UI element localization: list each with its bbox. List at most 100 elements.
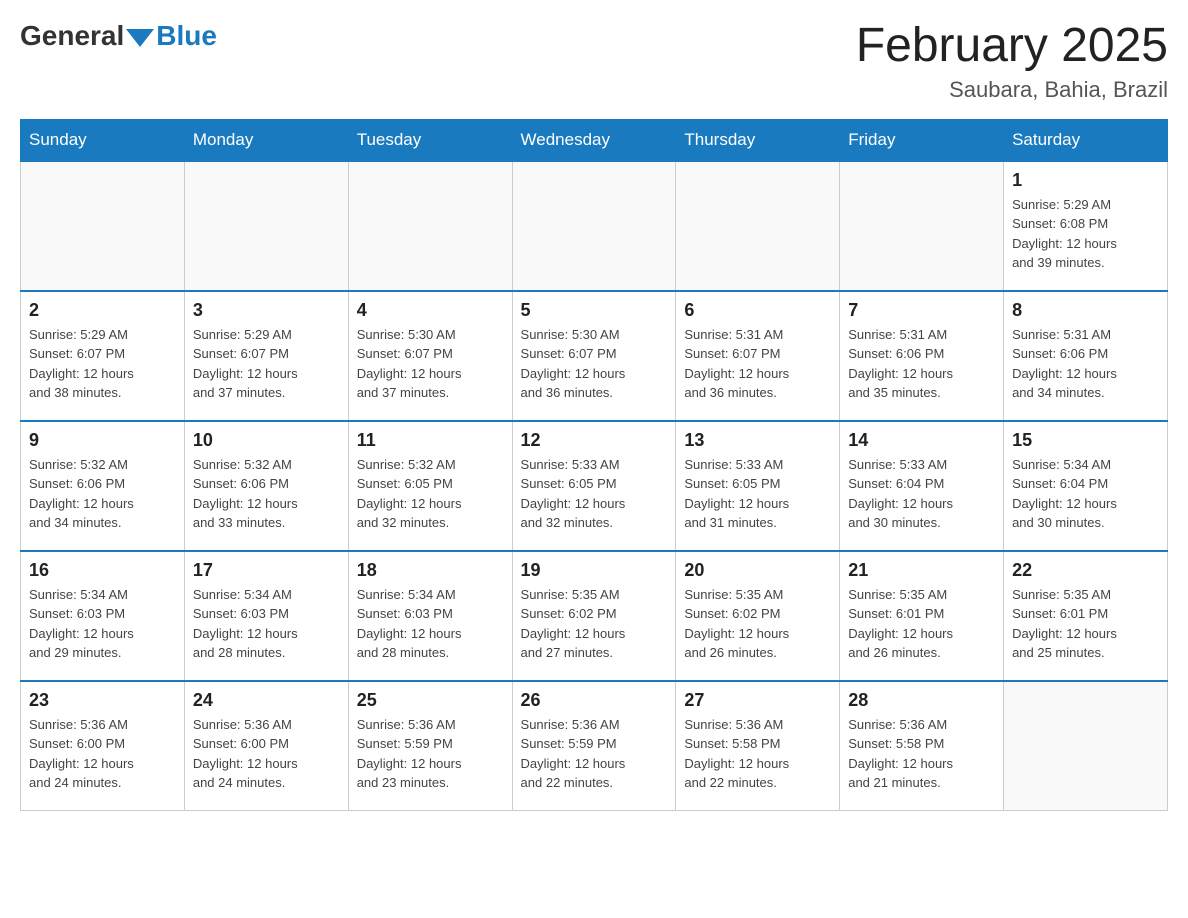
day-cell: 8 Sunrise: 5:31 AMSunset: 6:06 PMDaylight… [1004,291,1168,421]
day-info: Sunrise: 5:29 AMSunset: 6:07 PMDaylight:… [29,325,176,403]
day-number: 25 [357,690,504,711]
header: General Blue February 2025 Saubara, Bahi… [20,20,1168,103]
day-info: Sunrise: 5:34 AMSunset: 6:03 PMDaylight:… [357,585,504,663]
day-number: 6 [684,300,831,321]
logo-blue-text: Blue [156,20,217,52]
day-info: Sunrise: 5:32 AMSunset: 6:06 PMDaylight:… [193,455,340,533]
day-number: 26 [521,690,668,711]
day-number: 8 [1012,300,1159,321]
week-row-1: 1Sunrise: 5:29 AMSunset: 6:08 PMDaylight… [21,161,1168,291]
day-number: 22 [1012,560,1159,581]
day-cell [1004,681,1168,811]
month-title: February 2025 [856,20,1168,73]
day-number: 21 [848,560,995,581]
day-number: 17 [193,560,340,581]
day-number: 2 [29,300,176,321]
day-info: Sunrise: 5:34 AMSunset: 6:03 PMDaylight:… [29,585,176,663]
day-cell: 2 Sunrise: 5:29 AMSunset: 6:07 PMDaylight… [21,291,185,421]
day-info: Sunrise: 5:36 AMSunset: 5:58 PMDaylight:… [848,715,995,793]
day-cell [21,161,185,291]
day-cell: 12 Sunrise: 5:33 AMSunset: 6:05 PMDayligh… [512,421,676,551]
day-info: Sunrise: 5:31 AMSunset: 6:06 PMDaylight:… [848,325,995,403]
day-cell: 27 Sunrise: 5:36 AMSunset: 5:58 PMDayligh… [676,681,840,811]
day-number: 13 [684,430,831,451]
day-cell: 20 Sunrise: 5:35 AMSunset: 6:02 PMDayligh… [676,551,840,681]
day-cell: 11 Sunrise: 5:32 AMSunset: 6:05 PMDayligh… [348,421,512,551]
day-info: Sunrise: 5:30 AMSunset: 6:07 PMDaylight:… [357,325,504,403]
location-title: Saubara, Bahia, Brazil [856,77,1168,103]
day-cell: 23Sunrise: 5:36 AMSunset: 6:00 PMDayligh… [21,681,185,811]
day-cell: 22 Sunrise: 5:35 AMSunset: 6:01 PMDayligh… [1004,551,1168,681]
day-cell: 18 Sunrise: 5:34 AMSunset: 6:03 PMDayligh… [348,551,512,681]
day-number: 28 [848,690,995,711]
day-cell: 16 Sunrise: 5:34 AMSunset: 6:03 PMDayligh… [21,551,185,681]
day-number: 24 [193,690,340,711]
day-number: 7 [848,300,995,321]
day-info: Sunrise: 5:31 AMSunset: 6:06 PMDaylight:… [1012,325,1159,403]
day-cell [184,161,348,291]
day-cell: 21 Sunrise: 5:35 AMSunset: 6:01 PMDayligh… [840,551,1004,681]
week-row-4: 16 Sunrise: 5:34 AMSunset: 6:03 PMDayligh… [21,551,1168,681]
day-cell: 28 Sunrise: 5:36 AMSunset: 5:58 PMDayligh… [840,681,1004,811]
day-info: Sunrise: 5:35 AMSunset: 6:01 PMDaylight:… [848,585,995,663]
day-info: Sunrise: 5:33 AMSunset: 6:05 PMDaylight:… [521,455,668,533]
day-number: 3 [193,300,340,321]
day-info: Sunrise: 5:36 AMSunset: 6:00 PMDaylight:… [29,715,176,793]
day-number: 10 [193,430,340,451]
header-cell-saturday: Saturday [1004,119,1168,161]
day-cell: 6 Sunrise: 5:31 AMSunset: 6:07 PMDaylight… [676,291,840,421]
day-number: 15 [1012,430,1159,451]
day-number: 4 [357,300,504,321]
week-row-2: 2 Sunrise: 5:29 AMSunset: 6:07 PMDaylight… [21,291,1168,421]
day-info: Sunrise: 5:32 AMSunset: 6:05 PMDaylight:… [357,455,504,533]
day-cell: 17Sunrise: 5:34 AMSunset: 6:03 PMDayligh… [184,551,348,681]
day-info: Sunrise: 5:35 AMSunset: 6:01 PMDaylight:… [1012,585,1159,663]
day-info: Sunrise: 5:32 AMSunset: 6:06 PMDaylight:… [29,455,176,533]
day-cell: 25 Sunrise: 5:36 AMSunset: 5:59 PMDayligh… [348,681,512,811]
title-block: February 2025 Saubara, Bahia, Brazil [856,20,1168,103]
day-info: Sunrise: 5:33 AMSunset: 6:04 PMDaylight:… [848,455,995,533]
day-number: 20 [684,560,831,581]
logo-arrow-icon [126,29,154,47]
day-cell [512,161,676,291]
day-cell: 26 Sunrise: 5:36 AMSunset: 5:59 PMDayligh… [512,681,676,811]
day-cell: 9Sunrise: 5:32 AMSunset: 6:06 PMDaylight… [21,421,185,551]
day-cell: 14 Sunrise: 5:33 AMSunset: 6:04 PMDayligh… [840,421,1004,551]
logo-blue-part: Blue [124,20,217,52]
header-row: SundayMondayTuesdayWednesdayThursdayFrid… [21,119,1168,161]
week-row-3: 9Sunrise: 5:32 AMSunset: 6:06 PMDaylight… [21,421,1168,551]
day-number: 5 [521,300,668,321]
header-cell-wednesday: Wednesday [512,119,676,161]
day-info: Sunrise: 5:36 AMSunset: 5:59 PMDaylight:… [357,715,504,793]
day-info: Sunrise: 5:36 AMSunset: 5:59 PMDaylight:… [521,715,668,793]
day-number: 14 [848,430,995,451]
day-cell: 5 Sunrise: 5:30 AMSunset: 6:07 PMDaylight… [512,291,676,421]
day-info: Sunrise: 5:36 AMSunset: 5:58 PMDaylight:… [684,715,831,793]
day-cell: 24 Sunrise: 5:36 AMSunset: 6:00 PMDayligh… [184,681,348,811]
day-number: 12 [521,430,668,451]
day-cell [840,161,1004,291]
day-cell: 19Sunrise: 5:35 AMSunset: 6:02 PMDayligh… [512,551,676,681]
day-cell: 7 Sunrise: 5:31 AMSunset: 6:06 PMDaylight… [840,291,1004,421]
day-cell: 3Sunrise: 5:29 AMSunset: 6:07 PMDaylight… [184,291,348,421]
header-cell-tuesday: Tuesday [348,119,512,161]
day-cell [676,161,840,291]
day-info: Sunrise: 5:35 AMSunset: 6:02 PMDaylight:… [684,585,831,663]
day-number: 18 [357,560,504,581]
day-info: Sunrise: 5:35 AMSunset: 6:02 PMDaylight:… [521,585,668,663]
day-info: Sunrise: 5:30 AMSunset: 6:07 PMDaylight:… [521,325,668,403]
day-number: 11 [357,430,504,451]
day-cell: 4 Sunrise: 5:30 AMSunset: 6:07 PMDaylight… [348,291,512,421]
day-number: 16 [29,560,176,581]
day-info: Sunrise: 5:34 AMSunset: 6:04 PMDaylight:… [1012,455,1159,533]
day-number: 27 [684,690,831,711]
week-row-5: 23Sunrise: 5:36 AMSunset: 6:00 PMDayligh… [21,681,1168,811]
day-cell: 10 Sunrise: 5:32 AMSunset: 6:06 PMDayligh… [184,421,348,551]
header-cell-thursday: Thursday [676,119,840,161]
header-cell-friday: Friday [840,119,1004,161]
header-cell-sunday: Sunday [21,119,185,161]
day-info: Sunrise: 5:31 AMSunset: 6:07 PMDaylight:… [684,325,831,403]
day-cell: 1Sunrise: 5:29 AMSunset: 6:08 PMDaylight… [1004,161,1168,291]
day-info: Sunrise: 5:29 AMSunset: 6:08 PMDaylight:… [1012,195,1159,273]
day-info: Sunrise: 5:36 AMSunset: 6:00 PMDaylight:… [193,715,340,793]
